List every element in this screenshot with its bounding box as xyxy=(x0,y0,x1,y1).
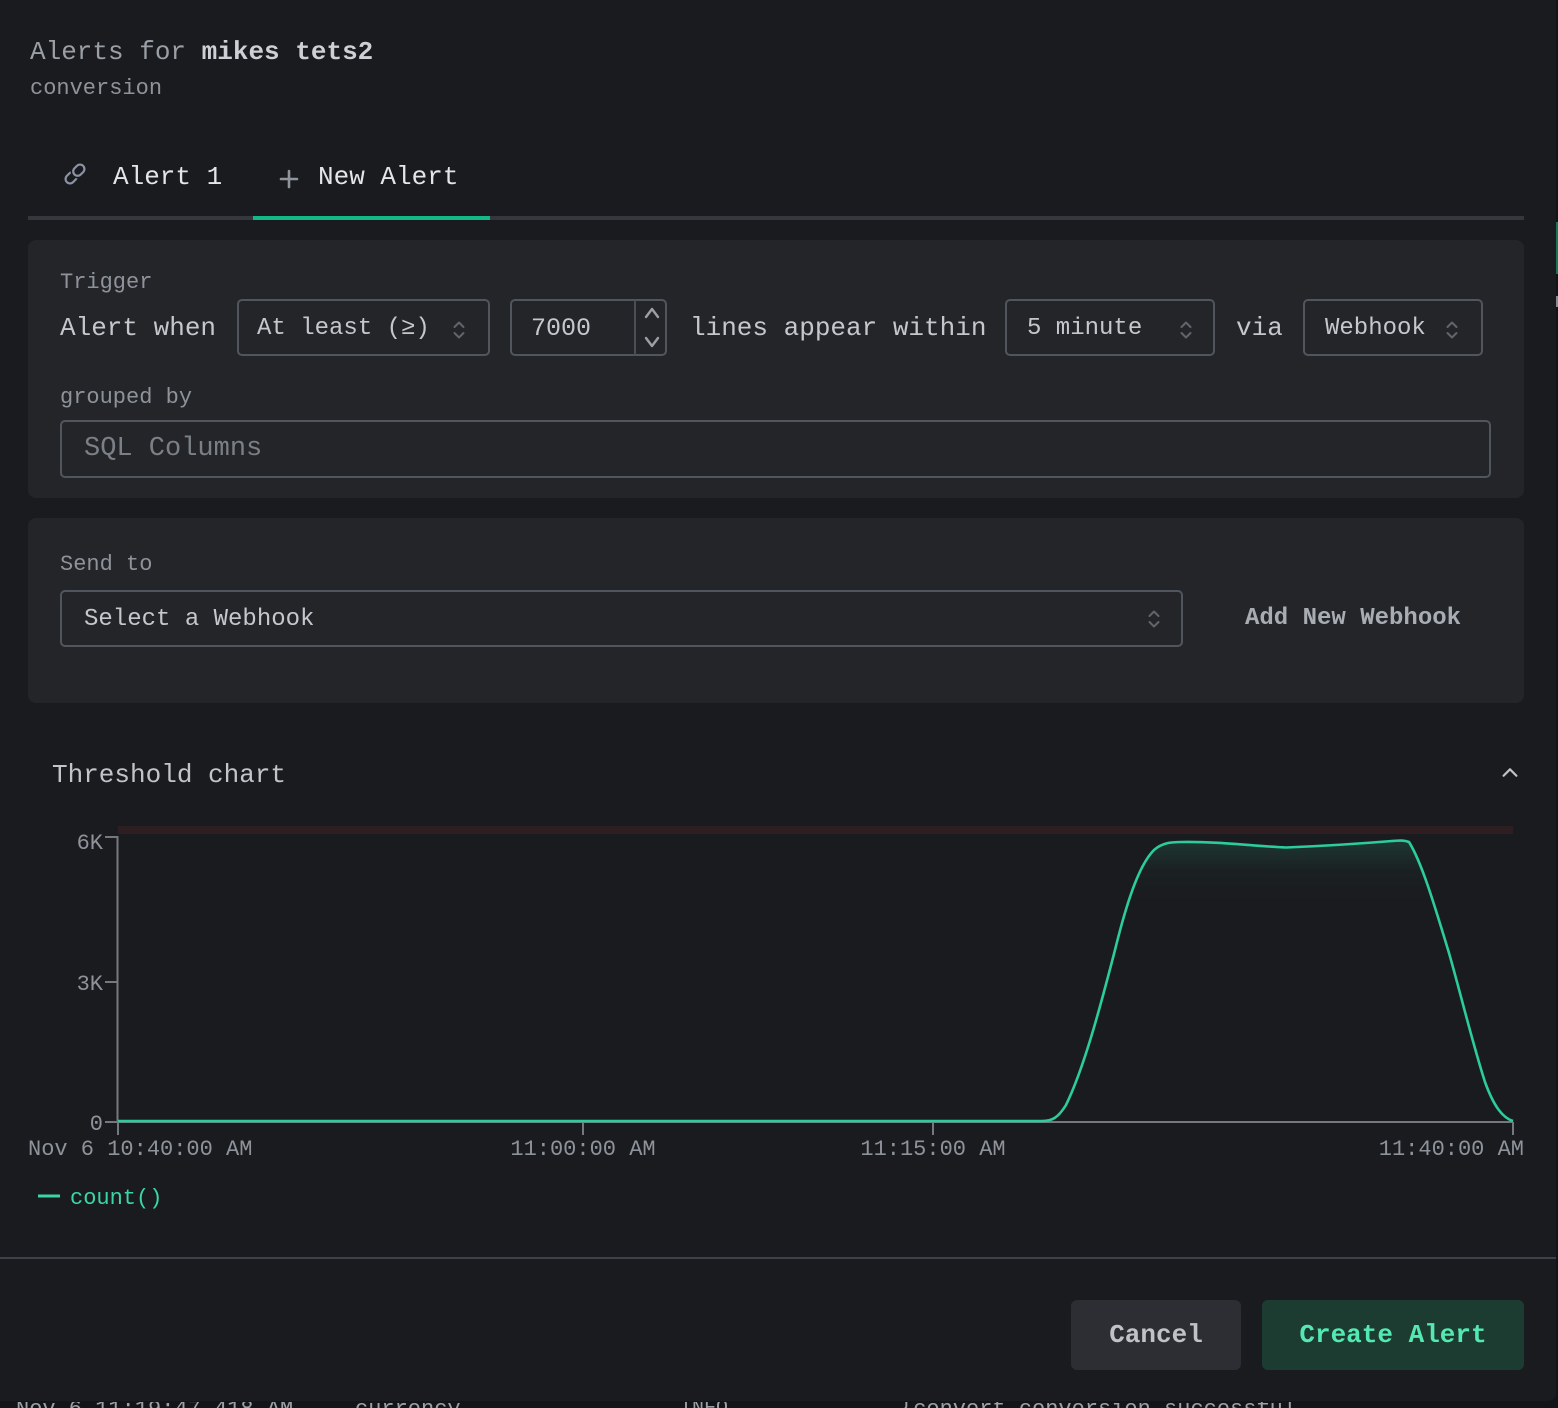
svg-text:11:40:00 AM: 11:40:00 AM xyxy=(1379,1137,1524,1162)
svg-text:Nov 6 10:40:00 AM: Nov 6 10:40:00 AM xyxy=(28,1137,252,1162)
svg-text:3K: 3K xyxy=(77,972,104,997)
svg-text:11:00:00 AM: 11:00:00 AM xyxy=(510,1137,655,1162)
svg-text:11:15:00 AM: 11:15:00 AM xyxy=(860,1137,1005,1162)
svg-text:0: 0 xyxy=(90,1112,103,1137)
svg-text:6K: 6K xyxy=(77,831,104,856)
svg-text:count(): count() xyxy=(70,1186,162,1211)
